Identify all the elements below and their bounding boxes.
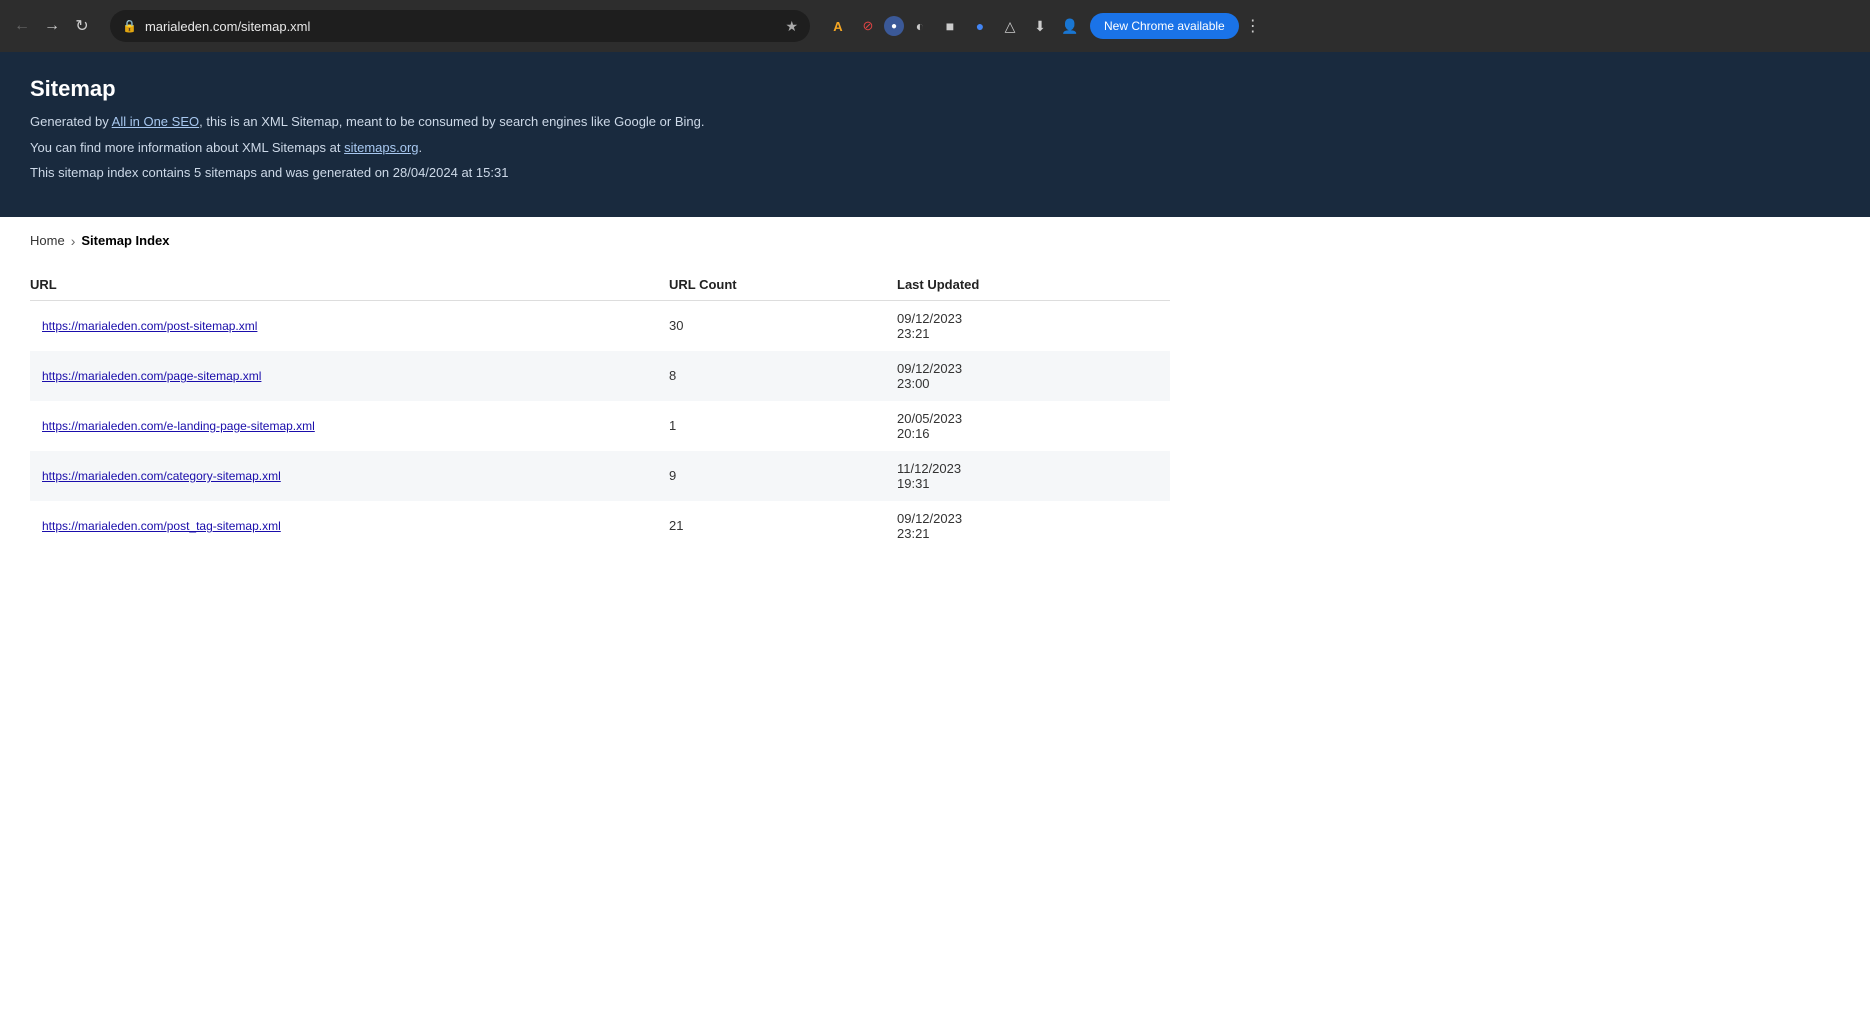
description-line1: Generated by All in One SEO, this is an … (30, 112, 1840, 132)
page-header: Sitemap Generated by All in One SEO, thi… (0, 52, 1870, 217)
browser-toolbar-right: A ⊘ ● ◐ ■ ● △ ⬇ 👤 New Chrome available ⋮ (824, 12, 1265, 40)
url-count: 8 (657, 351, 885, 401)
table-row: https://marialeden.com/post_tag-sitemap.… (30, 501, 1170, 551)
description-line2: You can find more information about XML … (30, 138, 1840, 158)
menu-button[interactable]: ⋮ (1241, 12, 1265, 40)
table-row: https://marialeden.com/category-sitemap.… (30, 451, 1170, 501)
url-count: 1 (657, 401, 885, 451)
sitemap-url-link[interactable]: https://marialeden.com/post-sitemap.xml (42, 319, 257, 333)
nav-buttons: ← → ↻ (8, 12, 96, 40)
last-updated: 09/12/202323:21 (885, 300, 1170, 351)
all-in-one-seo-link[interactable]: All in One SEO (112, 114, 199, 129)
back-button[interactable]: ← (8, 12, 36, 40)
description-line3: This sitemap index contains 5 sitemaps a… (30, 163, 1840, 183)
sitemaps-org-link[interactable]: sitemaps.org (344, 140, 418, 155)
last-updated: 09/12/202323:00 (885, 351, 1170, 401)
ext-icon-3[interactable]: ● (884, 16, 904, 36)
profile-icon[interactable]: 👤 (1056, 12, 1084, 40)
breadcrumb-separator: › (71, 233, 76, 249)
url-count: 9 (657, 451, 885, 501)
url-input[interactable] (145, 19, 777, 34)
ext-icon-8[interactable]: ⬇ (1026, 12, 1054, 40)
url-count: 21 (657, 501, 885, 551)
sitemap-table: URL URL Count Last Updated https://maria… (30, 269, 1170, 551)
new-chrome-button[interactable]: New Chrome available (1090, 13, 1239, 39)
col-header-updated: Last Updated (885, 269, 1170, 301)
address-bar[interactable]: 🔒 ★ (110, 10, 810, 42)
table-row: https://marialeden.com/post-sitemap.xml 3… (30, 300, 1170, 351)
ext-icon-5[interactable]: ■ (936, 12, 964, 40)
breadcrumb-home[interactable]: Home (30, 233, 65, 248)
col-header-count: URL Count (657, 269, 885, 301)
sitemap-url-link[interactable]: https://marialeden.com/post_tag-sitemap.… (42, 519, 281, 533)
ext-icon-4[interactable]: ◐ (906, 12, 934, 40)
lock-icon: 🔒 (122, 19, 137, 33)
ext-icon-7[interactable]: △ (996, 12, 1024, 40)
page-title: Sitemap (30, 76, 1840, 102)
ext-icon-6[interactable]: ● (966, 12, 994, 40)
col-header-url: URL (30, 269, 657, 301)
forward-button[interactable]: → (38, 12, 66, 40)
browser-chrome: ← → ↻ 🔒 ★ A ⊘ ● ◐ ■ ● △ ⬇ 👤 New Chrome a… (0, 0, 1870, 52)
ext-icon-2[interactable]: ⊘ (854, 12, 882, 40)
url-count: 30 (657, 300, 885, 351)
breadcrumb: Home › Sitemap Index (30, 233, 1840, 249)
table-row: https://marialeden.com/page-sitemap.xml 8… (30, 351, 1170, 401)
last-updated: 20/05/202320:16 (885, 401, 1170, 451)
table-header-row: URL URL Count Last Updated (30, 269, 1170, 301)
breadcrumb-current: Sitemap Index (81, 233, 169, 248)
ext-icon-1[interactable]: A (824, 12, 852, 40)
last-updated: 09/12/202323:21 (885, 501, 1170, 551)
sitemap-url-link[interactable]: https://marialeden.com/category-sitemap.… (42, 469, 281, 483)
sitemap-url-link[interactable]: https://marialeden.com/page-sitemap.xml (42, 369, 261, 383)
sitemap-url-link[interactable]: https://marialeden.com/e-landing-page-si… (42, 419, 315, 433)
reload-button[interactable]: ↻ (68, 12, 96, 40)
page-body: Home › Sitemap Index URL URL Count Last … (0, 217, 1870, 567)
last-updated: 11/12/202319:31 (885, 451, 1170, 501)
table-row: https://marialeden.com/e-landing-page-si… (30, 401, 1170, 451)
bookmark-icon[interactable]: ★ (785, 18, 798, 35)
